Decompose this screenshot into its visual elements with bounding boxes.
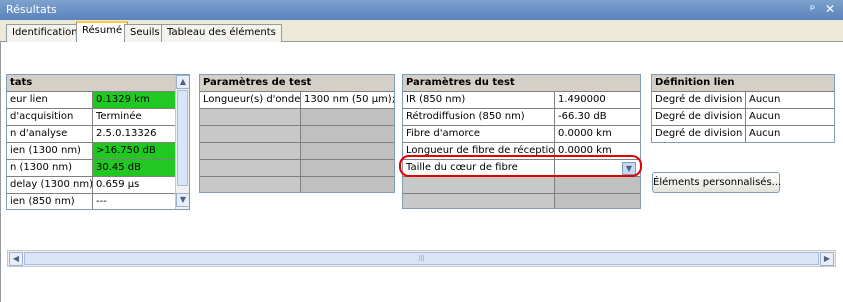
scroll-thumb[interactable]: [177, 90, 188, 186]
scroll-right-icon[interactable]: ▶: [820, 252, 834, 266]
table-row: IR (850 nm) 1.490000: [403, 92, 640, 109]
results-table-header: tats: [7, 75, 175, 92]
row-value[interactable]: 1.490000: [555, 92, 640, 108]
tab-tableau-des-elements[interactable]: Tableau des éléments: [161, 24, 282, 42]
row-value: Aucun: [746, 92, 834, 108]
row-label: Rétrodiffusion (850 nm): [403, 109, 555, 125]
row-value: 2.5.0.13326: [93, 126, 175, 142]
row-value: ---: [93, 194, 175, 209]
link-definition-header: Définition lien: [652, 75, 834, 92]
row-value[interactable]: 0.0000 km: [555, 126, 640, 142]
row-label: Fibre d'amorce: [403, 126, 555, 142]
table-row: Degré de division 3 Aucun: [652, 126, 834, 142]
row-label: IR (850 nm): [403, 92, 555, 108]
row-label: eur lien: [7, 92, 93, 108]
row-label: d'acquisition: [7, 109, 93, 125]
window-title-bar: Résultats ᵖ ✕: [0, 0, 843, 20]
row-label: Degré de division 2: [652, 109, 746, 125]
row-value: >16.750 dB: [93, 143, 175, 159]
row-label: ien (850 nm): [7, 194, 93, 209]
table-row: delay (1300 nm) 0.659 µs: [7, 177, 175, 194]
scroll-down-icon[interactable]: ▼: [176, 193, 189, 207]
table-row: ien (1300 nm) >16.750 dB: [7, 143, 175, 160]
row-value: Aucun: [746, 126, 834, 142]
horizontal-scrollbar[interactable]: ◀ ||| ▶: [7, 250, 836, 267]
pin-icon[interactable]: ᵖ: [810, 2, 815, 16]
row-label: Degré de division 3: [652, 126, 746, 142]
scroll-left-icon[interactable]: ◀: [9, 252, 23, 266]
row-label: Degré de division 1: [652, 92, 746, 108]
row-value: 0.659 µs: [93, 177, 175, 193]
test-parameters-detail-header: Paramètres du test: [403, 75, 640, 92]
test-parameters-table: Paramètres de test Longueur(s) d'onde 13…: [199, 74, 395, 193]
table-row: n d'analyse 2.5.0.13326: [7, 126, 175, 143]
tab-identification[interactable]: Identification: [6, 24, 84, 42]
table-row: Longueur(s) d'onde 1300 nm (50 µm); 8: [200, 92, 394, 109]
test-parameters-header: Paramètres de test: [200, 75, 394, 92]
row-label: n d'analyse: [7, 126, 93, 142]
row-value: Aucun: [746, 109, 834, 125]
custom-elements-button[interactable]: Éléments personnalisés...: [652, 172, 781, 193]
row-value[interactable]: -66.30 dB: [555, 109, 640, 125]
row-value: 30.45 dB: [93, 160, 175, 176]
table-row: eur lien 0.1329 km: [7, 92, 175, 109]
results-vertical-scrollbar[interactable]: ▲ ▼: [175, 75, 189, 209]
row-label: Longueur(s) d'onde: [200, 92, 301, 108]
table-row: ien (850 nm) ---: [7, 194, 175, 209]
scroll-up-icon[interactable]: ▲: [176, 75, 189, 89]
test-parameters-detail-table: Paramètres du test IR (850 nm) 1.490000 …: [402, 74, 641, 209]
row-label: ien (1300 nm): [7, 143, 93, 159]
scroll-thumb[interactable]: |||: [24, 252, 819, 265]
row-value: 0.1329 km: [93, 92, 175, 108]
link-definition-table: Définition lien Degré de division 1 Aucu…: [651, 74, 835, 143]
table-row: Rétrodiffusion (850 nm) -66.30 dB: [403, 109, 640, 126]
row-value: 1300 nm (50 µm); 8: [301, 92, 394, 108]
row-label: n (1300 nm): [7, 160, 93, 176]
tab-bar: Identification Résumé Seuils Tableau des…: [0, 20, 843, 43]
row-value: Terminée: [93, 109, 175, 125]
table-row: Degré de division 1 Aucun: [652, 92, 834, 109]
table-row: n (1300 nm) 30.45 dB: [7, 160, 175, 177]
tab-resume[interactable]: Résumé: [76, 21, 129, 43]
summary-panel: tats eur lien 0.1329 km d'acquisition Te…: [0, 42, 843, 302]
tab-seuils[interactable]: Seuils: [124, 24, 166, 42]
table-row: d'acquisition Terminée: [7, 109, 175, 126]
window-title: Résultats: [6, 3, 57, 16]
row-label: delay (1300 nm): [7, 177, 93, 193]
close-icon[interactable]: ✕: [825, 2, 835, 16]
results-table: tats eur lien 0.1329 km d'acquisition Te…: [6, 74, 190, 210]
table-row: Degré de division 2 Aucun: [652, 109, 834, 126]
highlight-ring: [399, 155, 642, 177]
table-row: Fibre d'amorce 0.0000 km: [403, 126, 640, 143]
